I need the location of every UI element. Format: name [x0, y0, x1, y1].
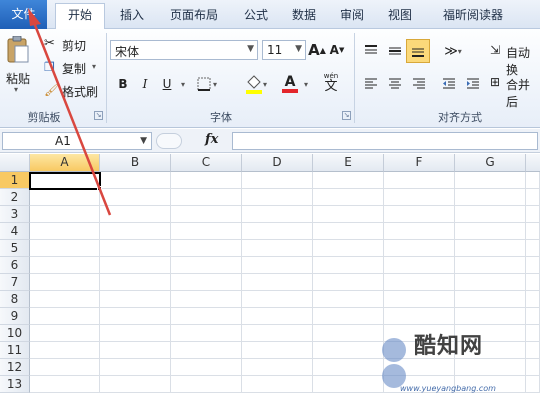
watermark-site: www.yueyangbang.com: [400, 384, 496, 393]
watermark: 酷知网 www.yueyangbang.com: [380, 320, 540, 402]
watermark-brand: 酷知网: [414, 334, 484, 359]
